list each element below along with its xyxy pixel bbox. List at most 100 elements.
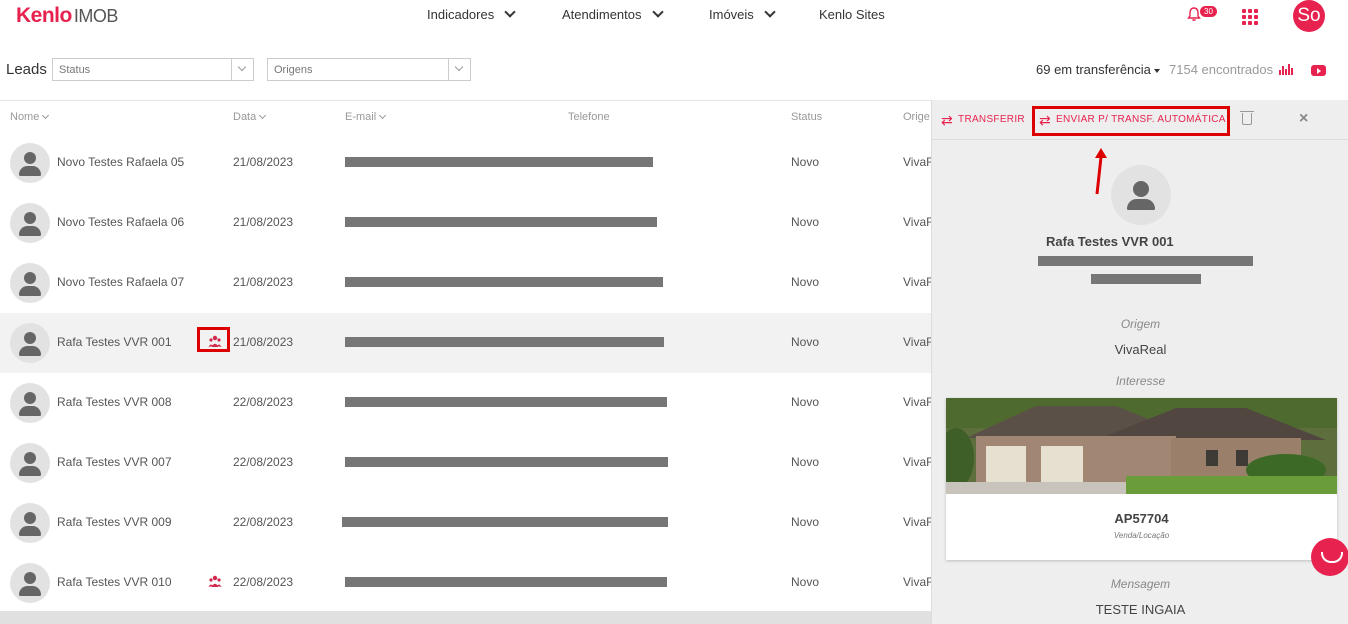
table-row[interactable]: Rafa Testes VVR 010 22/08/2023 Novo Viva… — [0, 553, 931, 613]
property-photo — [946, 398, 1337, 494]
swap-arrows-icon: ⇄ — [941, 111, 954, 128]
property-code: AP57704 — [1114, 511, 1169, 526]
lead-origin: VivaR — [903, 275, 931, 289]
origins-select-placeholder: Origens — [274, 64, 313, 76]
lead-status: Novo — [791, 455, 820, 469]
user-avatar[interactable]: So — [1293, 0, 1325, 32]
redacted-contact — [345, 337, 664, 347]
lead-date: 21/08/2023 — [233, 155, 294, 169]
table-row[interactable]: Novo Testes Rafaela 07 21/08/2023 Novo V… — [0, 253, 931, 313]
lead-avatar-icon — [10, 383, 50, 423]
sort-chevron-icon — [42, 111, 50, 120]
status-select-placeholder: Status — [59, 64, 91, 76]
youtube-icon[interactable] — [1311, 65, 1326, 76]
kenlo-logo[interactable]: Kenlo IMOB — [16, 4, 118, 28]
table-row[interactable]: Rafa Testes VVR 008 22/08/2023 Novo Viva… — [0, 373, 931, 433]
annotation-arrow-icon — [1095, 148, 1107, 195]
lead-status: Novo — [791, 275, 820, 289]
lead-name: Rafa Testes VVR 001 — [1046, 234, 1174, 249]
lead-status: Novo — [791, 335, 820, 349]
lead-avatar-icon — [1111, 165, 1171, 225]
redacted-contact — [345, 157, 653, 167]
origins-select[interactable]: Origens — [267, 58, 471, 81]
redacted-contact — [342, 517, 668, 527]
table-row[interactable]: Novo Testes Rafaela 06 21/08/2023 Novo V… — [0, 193, 931, 253]
origin-value: VivaReal — [1114, 342, 1167, 357]
lead-date: 22/08/2023 — [233, 575, 294, 589]
chevron-down-icon — [504, 6, 516, 18]
header-date[interactable]: Data — [233, 111, 267, 123]
table-row[interactable]: Rafa Testes VVR 009 22/08/2023 Novo Viva… — [0, 493, 931, 553]
lead-origin: VivaR — [903, 575, 931, 589]
lead-name: Rafa Testes VVR 009 — [57, 515, 172, 529]
lead-avatar-icon — [10, 323, 50, 363]
lead-date: 22/08/2023 — [233, 515, 294, 529]
trash-icon[interactable] — [1240, 111, 1254, 125]
results-count: 7154 encontrados — [1169, 62, 1274, 77]
lead-avatar-icon — [10, 143, 50, 183]
sort-chevron-icon — [259, 111, 267, 120]
table-row[interactable]: Novo Testes Rafaela 05 21/08/2023 Novo V… — [0, 133, 931, 193]
transfer-button[interactable]: ⇄ TRANSFERIR — [941, 111, 1025, 128]
close-icon[interactable]: × — [1299, 110, 1308, 128]
lead-date: 21/08/2023 — [233, 215, 294, 229]
lead-date: 22/08/2023 — [233, 395, 294, 409]
nav-label: Kenlo Sites — [819, 7, 885, 22]
leads-table: Nome Data E-mail Telefone Status Orige N… — [0, 100, 931, 624]
nav-atendimentos[interactable]: Atendimentos — [562, 6, 664, 22]
nav-imoveis[interactable]: Imóveis — [709, 6, 776, 22]
lead-origin: VivaR — [903, 155, 931, 169]
header-name[interactable]: Nome — [10, 111, 50, 123]
lead-origin: VivaR — [903, 395, 931, 409]
lead-name: Novo Testes Rafaela 07 — [57, 275, 185, 289]
chat-bubble-icon[interactable] — [1311, 538, 1348, 576]
redacted-contact — [1038, 256, 1253, 266]
redacted-contact — [345, 457, 668, 467]
table-row-selected[interactable]: Rafa Testes VVR 001 21/08/2023 Novo Viva… — [0, 313, 931, 373]
lead-status: Novo — [791, 515, 820, 529]
origin-label: Origem — [1120, 317, 1161, 331]
nav-label: Atendimentos — [562, 7, 642, 22]
message-label: Mensagem — [1110, 577, 1171, 591]
status-select[interactable]: Status — [52, 58, 254, 81]
interest-label: Interesse — [1115, 374, 1166, 388]
lead-name: Novo Testes Rafaela 05 — [57, 155, 185, 169]
lead-status: Novo — [791, 575, 820, 589]
nav-label: Imóveis — [709, 7, 754, 22]
notification-count-badge: 30 — [1200, 6, 1217, 17]
lead-origin: VivaR — [903, 215, 931, 229]
lead-name: Rafa Testes VVR 007 — [57, 455, 172, 469]
lead-origin: VivaR — [903, 455, 931, 469]
nav-indicadores[interactable]: Indicadores — [427, 6, 516, 22]
lead-avatar-icon — [10, 203, 50, 243]
filters-bar: Leads Status Origens 69 em transferência… — [0, 57, 1348, 83]
property-card[interactable]: AP57704 Venda/Locação — [946, 398, 1337, 560]
lead-date: 21/08/2023 — [233, 335, 294, 349]
lead-origin: VivaR — [903, 515, 931, 529]
table-row[interactable]: Rafa Testes VVR 007 22/08/2023 Novo Viva… — [0, 433, 931, 493]
bar-chart-icon[interactable] — [1279, 64, 1293, 75]
header-email[interactable]: E-mail — [345, 111, 387, 123]
property-type: Venda/Locação — [1113, 531, 1170, 540]
transfer-button-label: TRANSFERIR — [958, 114, 1025, 125]
page-title: Leads — [6, 61, 47, 78]
top-navbar: Kenlo IMOB Indicadores Atendimentos Imóve… — [0, 0, 1348, 34]
lead-detail-panel: ⇄ TRANSFERIR ⇄ ENVIAR P/ TRANSF. AUTOMÁT… — [931, 100, 1348, 624]
lead-avatar-icon — [10, 263, 50, 303]
redacted-contact — [345, 277, 663, 287]
lead-origin: VivaR — [903, 335, 931, 349]
nav-kenlo-sites[interactable]: Kenlo Sites — [819, 7, 885, 22]
redacted-contact — [1091, 274, 1201, 284]
nav-label: Indicadores — [427, 7, 495, 22]
panel-toolbar: ⇄ TRANSFERIR ⇄ ENVIAR P/ TRANSF. AUTOMÁT… — [932, 100, 1348, 140]
highlight-box — [197, 327, 230, 352]
transfer-dropdown[interactable]: 69 em transferência — [1036, 62, 1160, 77]
horizontal-scrollbar[interactable] — [0, 611, 931, 624]
apps-grid-icon[interactable] — [1242, 9, 1258, 25]
lead-status: Novo — [791, 155, 820, 169]
lead-status: Novo — [791, 395, 820, 409]
lead-date: 21/08/2023 — [233, 275, 294, 289]
group-people-icon — [208, 575, 222, 587]
sort-chevron-icon — [379, 111, 387, 120]
header-phone: Telefone — [568, 111, 610, 123]
